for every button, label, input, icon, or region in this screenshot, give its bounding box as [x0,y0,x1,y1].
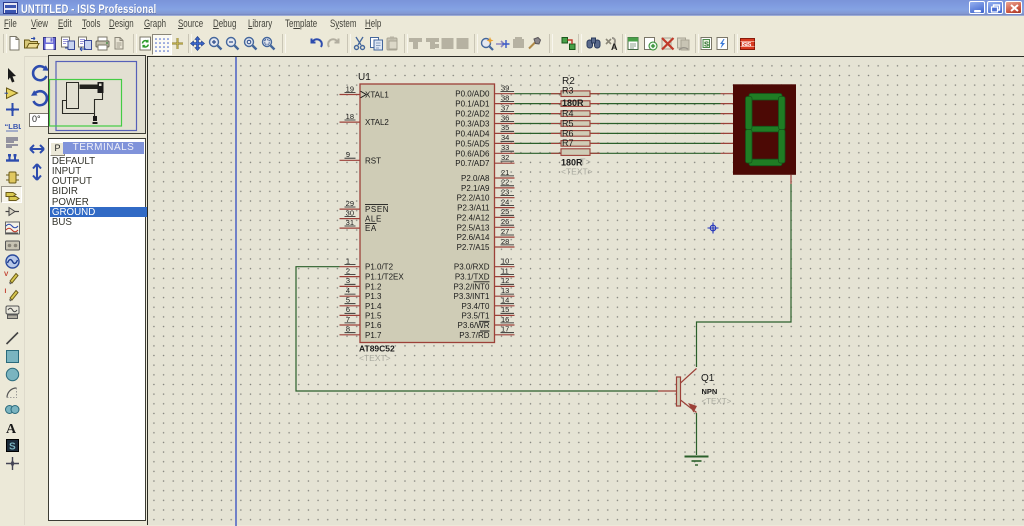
svg-text:R3: R3 [562,86,574,96]
svg-text:P3.0/RXD: P3.0/RXD [454,263,490,272]
svg-text:37: 37 [501,103,509,112]
svg-text:P1.5: P1.5 [365,311,382,320]
svg-text:34: 34 [501,133,509,142]
svg-text:P0.5/AD5: P0.5/AD5 [455,139,490,148]
svg-text:XTAL1: XTAL1 [365,91,389,100]
svg-text:9: 9 [346,150,350,159]
svg-text:P2.6/A14: P2.6/A14 [457,233,490,242]
svg-text:24: 24 [501,197,509,206]
svg-text:4: 4 [346,286,350,295]
svg-text:3: 3 [346,276,350,285]
svg-text:PSEN: PSEN [365,205,389,214]
svg-text:NPN: NPN [702,387,718,396]
svg-text:P1.4: P1.4 [365,302,382,311]
svg-text:P0.7/AD7: P0.7/AD7 [455,159,490,168]
svg-text:1: 1 [346,257,350,266]
svg-text:ALE: ALE [365,215,382,224]
svg-text:P3.5/T1: P3.5/T1 [461,311,490,320]
svg-text:11: 11 [501,266,509,275]
svg-text:32: 32 [501,153,509,162]
svg-text:P1.2: P1.2 [365,282,382,291]
svg-text:15: 15 [501,305,509,314]
svg-text:27: 27 [501,227,509,236]
svg-text:P2.3/A11: P2.3/A11 [457,204,490,213]
svg-text:36: 36 [501,113,509,122]
svg-text:P2.0/A8: P2.0/A8 [461,174,490,183]
svg-text:21: 21 [501,168,509,177]
svg-text:P2.1/A9: P2.1/A9 [461,184,490,193]
svg-text:T>: T> [580,157,591,167]
svg-text:26: 26 [501,217,509,226]
svg-text:2: 2 [346,266,350,275]
svg-text:P0.0/AD0: P0.0/AD0 [455,90,490,99]
svg-text:XTAL2: XTAL2 [365,118,389,127]
svg-text:P0.1/AD1: P0.1/AD1 [455,100,490,109]
svg-text:16: 16 [501,315,509,324]
svg-text:39: 39 [501,84,509,93]
svg-text:P3.6/WR: P3.6/WR [457,321,489,330]
svg-text:35: 35 [501,123,509,132]
svg-text:33: 33 [501,143,509,152]
svg-text:18: 18 [346,112,354,121]
svg-text:<TEXT>: <TEXT> [561,167,593,177]
svg-text:R4: R4 [562,109,574,119]
svg-text:22: 22 [501,178,509,187]
svg-text:P3.1/TXD: P3.1/TXD [455,273,490,282]
svg-text:P1.3: P1.3 [365,292,382,301]
svg-text:Q1: Q1 [701,373,715,384]
svg-text:14: 14 [501,296,509,305]
svg-text:23: 23 [501,188,509,197]
svg-text:P3.4/T0: P3.4/T0 [461,302,490,311]
svg-text:P0.3/AD3: P0.3/AD3 [455,120,490,129]
svg-text:R5: R5 [562,118,574,128]
svg-text:180R: 180R [562,98,584,108]
svg-text:<TEXT>: <TEXT> [702,397,732,406]
svg-text:U1: U1 [358,72,371,83]
svg-text:31: 31 [346,218,354,227]
svg-text:RST: RST [365,156,381,165]
svg-text:P0.4/AD4: P0.4/AD4 [455,129,490,138]
svg-text:25: 25 [501,207,509,216]
svg-text:8: 8 [346,325,350,334]
svg-text:38: 38 [501,93,509,102]
svg-text:AT89C52: AT89C52 [359,344,395,354]
svg-text:EA: EA [365,224,377,233]
svg-text:P0.2/AD2: P0.2/AD2 [455,110,490,119]
svg-text:P1.0/T2: P1.0/T2 [365,263,394,272]
svg-text:P2.7/A15: P2.7/A15 [457,243,490,252]
svg-text:P3.2/INT0: P3.2/INT0 [453,282,490,291]
svg-text:29: 29 [346,199,354,208]
svg-text:R7: R7 [562,138,574,148]
svg-text:R6: R6 [562,128,574,138]
svg-text:30: 30 [346,208,354,217]
svg-text:P1.6: P1.6 [365,321,382,330]
svg-text:P3.7/RD: P3.7/RD [459,331,489,340]
svg-text:<TEXT>: <TEXT> [359,353,391,363]
svg-text:19: 19 [346,84,354,93]
svg-text:7: 7 [346,315,350,324]
svg-text:12: 12 [501,276,509,285]
svg-text:6: 6 [346,305,350,314]
svg-text:5: 5 [346,296,350,305]
svg-text:28: 28 [501,237,509,246]
svg-text:13: 13 [501,286,509,295]
svg-text:10: 10 [501,257,509,266]
svg-text:P3.3/INT1: P3.3/INT1 [453,292,490,301]
svg-text:P2.4/A12: P2.4/A12 [457,213,490,222]
svg-text:P2.2/A10: P2.2/A10 [457,194,490,203]
svg-text:P2.5/A13: P2.5/A13 [457,223,490,232]
svg-text:P1.7: P1.7 [365,331,382,340]
svg-text:17: 17 [501,325,509,334]
svg-text:P0.6/AD6: P0.6/AD6 [455,149,490,158]
svg-text:P1.1/T2EX: P1.1/T2EX [365,273,404,282]
